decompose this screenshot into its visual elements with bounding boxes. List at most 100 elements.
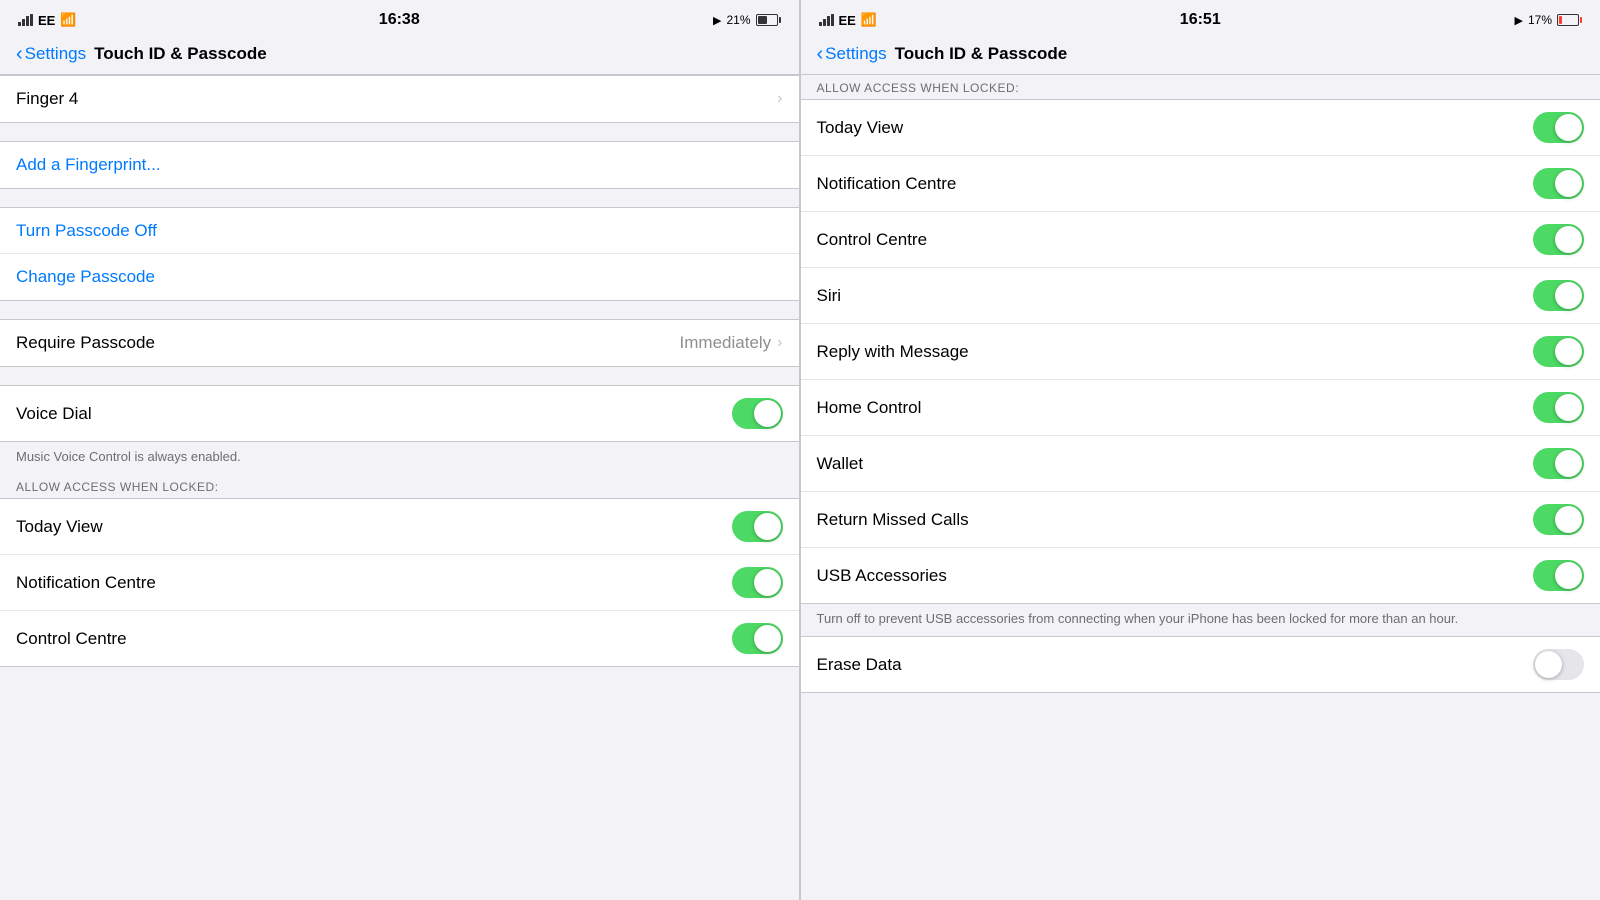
fingerprints-section: Finger 4 › <box>0 75 799 123</box>
change-passcode-label: Change Passcode <box>16 267 155 287</box>
right-location-icon: ▶ <box>1515 14 1523 27</box>
voice-dial-toggle[interactable] <box>732 398 783 429</box>
left-back-label: Settings <box>25 44 86 64</box>
usb-footer-text: Turn off to prevent USB accessories from… <box>817 611 1459 626</box>
allow-access-header-left: ALLOW ACCESS WHEN LOCKED: <box>0 474 799 498</box>
control-centre-toggle-left[interactable] <box>732 623 783 654</box>
control-centre-toggle-right[interactable] <box>1533 224 1584 255</box>
control-centre-item-right: Control Centre <box>801 212 1600 268</box>
battery-percent-label: 21% <box>726 13 750 27</box>
require-passcode-item[interactable]: Require Passcode Immediately › <box>0 320 799 366</box>
right-back-label: Settings <box>825 44 886 64</box>
reply-with-message-toggle[interactable] <box>1533 336 1584 367</box>
voice-dial-section: Voice Dial <box>0 385 799 442</box>
wallet-toggle[interactable] <box>1533 448 1584 479</box>
right-nav-bar: ‹ Settings Touch ID & Passcode <box>801 36 1600 75</box>
erase-data-section: Erase Data <box>801 636 1600 693</box>
add-fingerprint-item[interactable]: Add a Fingerprint... <box>0 142 799 188</box>
home-control-item: Home Control <box>801 380 1600 436</box>
turn-passcode-off-label: Turn Passcode Off <box>16 221 157 241</box>
allow-access-header-right: ALLOW ACCESS WHEN LOCKED: <box>801 75 1600 99</box>
right-content: ALLOW ACCESS WHEN LOCKED: Today View Not… <box>801 75 1600 900</box>
right-status-right: ▶ 17% <box>1515 13 1583 27</box>
siri-toggle-knob <box>1555 282 1582 309</box>
siri-toggle[interactable] <box>1533 280 1584 311</box>
passcode-options-section: Turn Passcode Off Change Passcode <box>0 207 799 301</box>
right-wifi-icon: 📶 <box>861 12 877 28</box>
add-fingerprint-section: Add a Fingerprint... <box>0 141 799 189</box>
left-status-right: ▶ 21% <box>713 13 781 27</box>
spacer1 <box>0 189 799 207</box>
right-carrier-label: EE <box>839 13 856 28</box>
erase-data-toggle-knob <box>1535 651 1562 678</box>
notification-centre-toggle-left[interactable] <box>732 567 783 598</box>
notification-centre-toggle-knob-left <box>754 569 781 596</box>
require-passcode-right: Immediately › <box>680 333 783 353</box>
notification-centre-label-left: Notification Centre <box>16 573 156 593</box>
control-centre-toggle-knob-left <box>754 625 781 652</box>
return-missed-calls-label: Return Missed Calls <box>817 510 969 530</box>
wallet-item: Wallet <box>801 436 1600 492</box>
allow-access-header-label-left: ALLOW ACCESS WHEN LOCKED: <box>16 480 219 494</box>
control-centre-item-left: Control Centre <box>0 611 799 666</box>
left-content: Finger 4 › Add a Fingerprint... Turn Pas… <box>0 75 799 900</box>
left-status-bar: EE 📶 16:38 ▶ 21% <box>0 0 799 36</box>
notification-centre-item-right: Notification Centre <box>801 156 1600 212</box>
spacer2 <box>0 301 799 319</box>
usb-accessories-toggle[interactable] <box>1533 560 1584 591</box>
today-view-toggle-right[interactable] <box>1533 112 1584 143</box>
erase-data-item: Erase Data <box>801 637 1600 692</box>
notification-centre-toggle-right[interactable] <box>1533 168 1584 199</box>
wifi-icon: 📶 <box>60 12 76 28</box>
usb-accessories-item: USB Accessories <box>801 548 1600 603</box>
erase-data-toggle[interactable] <box>1533 649 1584 680</box>
notification-centre-label-right: Notification Centre <box>817 174 957 194</box>
voice-dial-item: Voice Dial <box>0 386 799 441</box>
spacer3 <box>0 367 799 385</box>
finger4-label: Finger 4 <box>16 89 78 109</box>
right-status-bar: EE 📶 16:51 ▶ 17% <box>801 0 1600 36</box>
left-status-left: EE 📶 <box>18 12 77 28</box>
today-view-item-right: Today View <box>801 100 1600 156</box>
return-missed-calls-item: Return Missed Calls <box>801 492 1600 548</box>
voice-dial-toggle-knob <box>754 400 781 427</box>
voice-dial-label: Voice Dial <box>16 404 92 424</box>
left-phone-panel: EE 📶 16:38 ▶ 21% ‹ Settings Touch ID & P… <box>0 0 800 900</box>
location-icon: ▶ <box>713 14 721 27</box>
usb-accessories-label: USB Accessories <box>817 566 947 586</box>
left-time: 16:38 <box>379 11 420 29</box>
return-missed-calls-toggle[interactable] <box>1533 504 1584 535</box>
change-passcode-item[interactable]: Change Passcode <box>0 254 799 300</box>
chevron-right-icon: › <box>777 90 782 108</box>
siri-label: Siri <box>817 286 842 306</box>
back-chevron-icon: ‹ <box>16 44 23 64</box>
locked-access-section-left: Today View Notification Centre Control C… <box>0 498 799 667</box>
left-nav-bar: ‹ Settings Touch ID & Passcode <box>0 36 799 75</box>
reply-with-message-toggle-knob <box>1555 338 1582 365</box>
control-centre-label-right: Control Centre <box>817 230 928 250</box>
today-view-toggle-knob-right <box>1555 114 1582 141</box>
battery-icon <box>756 14 781 26</box>
erase-data-label: Erase Data <box>817 655 902 675</box>
right-page-title: Touch ID & Passcode <box>895 44 1068 64</box>
notification-centre-item-left: Notification Centre <box>0 555 799 611</box>
locked-access-section-right: Today View Notification Centre Control C… <box>801 99 1600 604</box>
turn-passcode-off-item[interactable]: Turn Passcode Off <box>0 208 799 254</box>
today-view-toggle-left[interactable] <box>732 511 783 542</box>
require-passcode-value: Immediately <box>680 333 772 353</box>
return-missed-calls-toggle-knob <box>1555 506 1582 533</box>
today-view-toggle-knob-left <box>754 513 781 540</box>
require-passcode-section: Require Passcode Immediately › <box>0 319 799 367</box>
right-back-button[interactable]: ‹ Settings <box>817 44 887 64</box>
right-status-left: EE 📶 <box>819 12 878 28</box>
home-control-label: Home Control <box>817 398 922 418</box>
home-control-toggle[interactable] <box>1533 392 1584 423</box>
right-time: 16:51 <box>1180 11 1221 29</box>
right-battery-icon <box>1557 14 1582 26</box>
finger4-item[interactable]: Finger 4 › <box>0 76 799 122</box>
right-back-chevron-icon: ‹ <box>817 44 824 64</box>
control-centre-toggle-knob-right <box>1555 226 1582 253</box>
left-back-button[interactable]: ‹ Settings <box>16 44 86 64</box>
left-page-title: Touch ID & Passcode <box>94 44 267 64</box>
today-view-label-right: Today View <box>817 118 904 138</box>
